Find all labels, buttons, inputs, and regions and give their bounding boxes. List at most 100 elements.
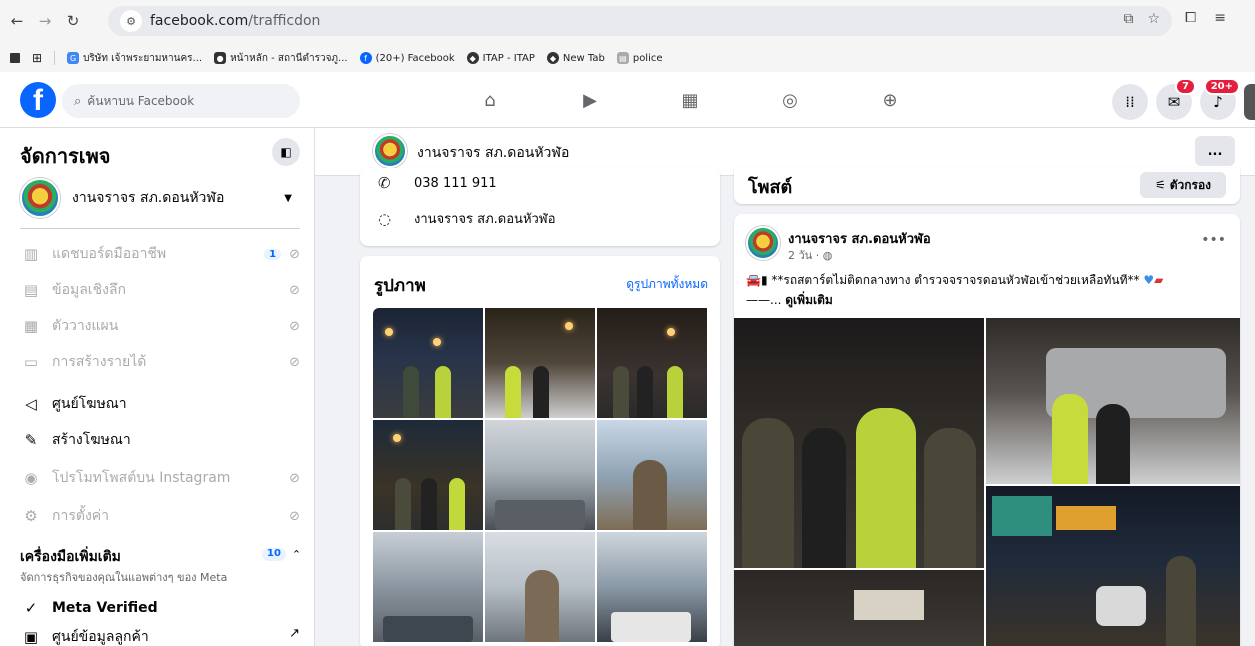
photo-thumbnail[interactable]	[597, 420, 707, 530]
sidebar-item-ad-center[interactable]: ◁ ศูนย์โฆษณา	[20, 386, 300, 422]
post-card: งานจราจร สภ.ดอนหัวฬ่อ 2 วัน · ◍ ••• 🚘▮ *…	[734, 214, 1240, 646]
profile-avatar[interactable]	[1244, 84, 1255, 120]
photo-grid	[373, 308, 707, 642]
photo-thumbnail[interactable]	[373, 420, 483, 530]
disabled-icon: ⊘	[289, 318, 300, 334]
messenger-icon: ◌	[378, 209, 392, 228]
reload-icon[interactable]: ↻	[62, 10, 84, 32]
site-settings-icon[interactable]: ⚙	[120, 10, 142, 32]
photo-thumbnail[interactable]	[373, 308, 483, 418]
customer-center-icon: ▣	[23, 628, 39, 646]
page-name: งานจราจร สภ.ดอนหัวฬ่อ	[72, 190, 225, 206]
bookmark-star-icon[interactable]: ☆	[1147, 11, 1160, 27]
planner-icon: ▦	[23, 317, 39, 335]
external-link-icon: ↗	[289, 626, 300, 641]
more-tools-toggle[interactable]: 10 ⌃	[262, 548, 301, 561]
bookmark-item[interactable]: f (20+) Facebook	[359, 52, 455, 64]
bookmark-item[interactable]: ▤ police	[616, 52, 663, 64]
facebook-logo-icon[interactable]: f	[20, 82, 56, 118]
more-tools-title: เครื่องมือเพิ่มเติม	[20, 549, 121, 565]
disabled-icon: ⊘	[289, 470, 300, 486]
phone-icon: ✆	[378, 174, 391, 192]
sidebar-item-planner[interactable]: ▦ ตัววางแผน ⊘	[20, 308, 300, 344]
photo-thumbnail[interactable]	[597, 308, 707, 418]
caret-down-icon: ▼	[284, 192, 292, 204]
bookmark-item[interactable]: ◆ New Tab	[546, 52, 605, 64]
forward-icon[interactable]: →	[34, 10, 56, 32]
insights-icon: ▤	[23, 281, 39, 299]
see-more-link[interactable]: ดูเพิ่มเติม	[785, 293, 833, 307]
photo-thumbnail[interactable]	[597, 532, 707, 642]
post-author-avatar[interactable]	[746, 226, 780, 260]
gaming-icon[interactable]: ⊕	[840, 84, 940, 116]
url-host: facebook.com	[150, 13, 249, 29]
sidebar-item-monetization[interactable]: ▭ การสร้างรายได้ ⊘	[20, 344, 300, 380]
post-photo[interactable]	[734, 570, 984, 646]
bookmark-square-icon[interactable]	[10, 53, 20, 63]
more-tools-subtitle: จัดการธุรกิจของคุณในแอพต่างๆ ของ Meta	[20, 571, 228, 584]
manage-page-sidebar: จัดการเพจ ◧ งานจราจร สภ.ดอนหัวฬ่อ ▼ ▥ แด…	[0, 128, 315, 646]
video-icon[interactable]: ▶	[540, 84, 640, 116]
more-tools-count-badge: 10	[262, 548, 286, 561]
post-photo[interactable]	[986, 318, 1240, 484]
notifications-bell-icon[interactable]: ♪ 20+	[1200, 78, 1240, 120]
install-app-icon[interactable]: ⧉	[1123, 11, 1133, 27]
see-all-photos-link[interactable]: ดูรูปภาพทั้งหมด	[626, 275, 708, 294]
bookmark-item[interactable]: ● หน้าหลัก - สถานีตำรวจภู...	[214, 51, 348, 66]
extensions-icon[interactable]: ⧠	[1185, 10, 1196, 26]
marketplace-icon[interactable]: ▦	[640, 84, 740, 116]
address-bar[interactable]: ⚙ facebook.com/trafficdon ⧉ ☆	[108, 6, 1172, 36]
phone-number: 038 111 911	[414, 175, 497, 191]
groups-icon[interactable]: ◎	[740, 84, 840, 116]
sidebar-item-meta-verified[interactable]: ✓ Meta Verified	[20, 590, 300, 626]
contact-card: ✆ 038 111 911 ◌ งานจราจร สภ.ดอนหัวฬ่อ	[360, 168, 720, 246]
disabled-icon: ⊘	[289, 282, 300, 298]
page-avatar	[20, 178, 60, 218]
post-photo[interactable]	[986, 486, 1240, 646]
sidebar-title: จัดการเพจ	[20, 144, 111, 168]
gear-icon: ⚙	[24, 507, 38, 525]
photos-title: รูปภาพ	[374, 276, 426, 296]
bookmarks-bar: ⊞ G บริษัท เจ้าพระยามหานคร... ● หน้าหลัก -…	[0, 46, 1255, 70]
sidebar-item-settings[interactable]: ⚙ การตั้งค่า ⊘	[20, 498, 300, 534]
reading-list-icon[interactable]: ≡	[1214, 10, 1226, 26]
post-text: 🚘▮ **รถสตาร์ตไม่ติดกลางทาง ตำรวจจราจรดอน…	[746, 273, 1164, 307]
monetization-icon: ▭	[23, 353, 39, 371]
sidebar-item-create-ad[interactable]: ✎ สร้างโฆษณา	[20, 422, 300, 458]
facebook-main-nav: ⌂ ▶ ▦ ◎ ⊕	[440, 84, 940, 116]
home-icon[interactable]: ⌂	[440, 84, 540, 116]
sidebar-collapse-icon[interactable]: ◧	[272, 138, 300, 166]
post-more-icon[interactable]: •••	[1201, 232, 1226, 248]
bookmark-item[interactable]: G บริษัท เจ้าพระยามหานคร...	[67, 51, 202, 66]
pencil-icon: ✎	[24, 431, 38, 449]
verified-badge-icon: ✓	[24, 599, 38, 617]
dashboard-count-badge: 1	[264, 248, 282, 260]
messenger-row[interactable]: ◌ งานจราจร สภ.ดอนหัวฬ่อ	[378, 208, 556, 229]
sidebar-item-insights[interactable]: ▤ ข้อมูลเชิงลึก ⊘	[20, 272, 300, 308]
photos-card: รูปภาพ ดูรูปภาพทั้งหมด	[360, 256, 720, 646]
sidebar-item-customer-center[interactable]: ▣ ศูนย์ข้อมูลลูกค้า ↗	[20, 626, 300, 646]
apps-grid-icon[interactable]: ⊞	[32, 51, 42, 65]
bookmark-item[interactable]: ◆ ITAP - ITAP	[466, 52, 535, 64]
globe-icon: ◍	[822, 249, 833, 262]
page-switcher[interactable]: งานจราจร สภ.ดอนหัวฬ่อ ▼	[20, 178, 300, 218]
photo-thumbnail[interactable]	[373, 532, 483, 642]
sidebar-item-professional-dashboard[interactable]: ▥ แดชบอร์ดมืออาชีพ 1 ⊘	[20, 236, 300, 272]
menu-grid-icon[interactable]: ⁞⁞	[1112, 84, 1148, 120]
header-page-name: งานจราจร สภ.ดอนหัวฬ่อ	[417, 145, 570, 161]
facebook-search-input[interactable]: ⌕ ค้นหาบน Facebook	[62, 84, 300, 118]
photo-thumbnail[interactable]	[485, 420, 595, 530]
messenger-badge: 7	[1175, 78, 1196, 95]
messenger-icon[interactable]: ✉ 7	[1156, 78, 1196, 120]
search-icon: ⌕	[74, 93, 82, 109]
back-icon[interactable]: ←	[6, 10, 28, 32]
chevron-up-icon: ⌃	[291, 548, 302, 561]
post-photo[interactable]	[734, 318, 984, 568]
more-options-button[interactable]: ...	[1195, 136, 1235, 166]
phone-row[interactable]: ✆ 038 111 911	[378, 174, 497, 192]
photo-thumbnail[interactable]	[485, 308, 595, 418]
filter-button[interactable]: ⚟ ตัวกรอง	[1140, 172, 1226, 198]
sidebar-item-instagram-promote[interactable]: ◉ โปรโมทโพสต์บน Instagram ⊘	[20, 460, 300, 496]
post-timestamp[interactable]: 2 วัน · ◍	[788, 246, 832, 264]
photo-thumbnail[interactable]	[485, 532, 595, 642]
